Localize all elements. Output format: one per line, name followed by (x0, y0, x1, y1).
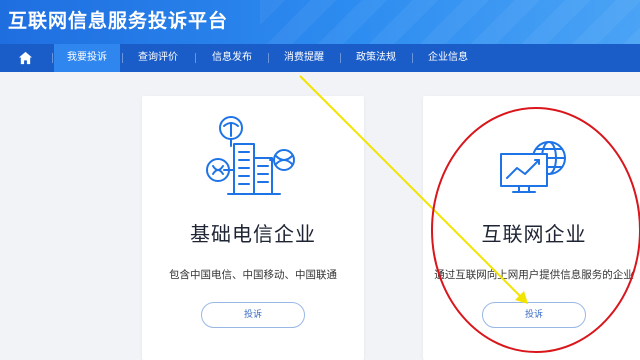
site-title: 互联网信息服务投诉平台 (8, 10, 229, 32)
nav-separator (122, 53, 123, 63)
main-nav: 我要投诉 查询评价 信息发布 消费提醒 政策法规 企业信息 (0, 44, 640, 72)
nav-item-consumer-alert[interactable]: 消费提醒 (270, 44, 338, 72)
telecom-buildings-icon (206, 116, 295, 195)
complain-button-internet[interactable]: 投诉 (482, 302, 586, 328)
monitor-globe-icon (500, 141, 566, 193)
header-decoration (260, 0, 640, 44)
site-header: 互联网信息服务投诉平台 (0, 0, 640, 44)
nav-item-complain[interactable]: 我要投诉 (54, 44, 120, 72)
internet-enterprise-card: 互联网企业 通过互联网向上网用户提供信息服务的企业 投诉 (423, 96, 640, 360)
card-title: 互联网企业 (481, 222, 587, 246)
card-description: 通过互联网向上网用户提供信息服务的企业 (434, 269, 634, 281)
nav-item-policy[interactable]: 政策法规 (342, 44, 410, 72)
nav-separator (268, 53, 269, 63)
nav-item-enterprise[interactable]: 企业信息 (414, 44, 482, 72)
card-title: 基础电信企业 (190, 222, 316, 246)
nav-item-query[interactable]: 查询评价 (124, 44, 192, 72)
nav-separator (412, 53, 413, 63)
nav-separator (195, 53, 196, 63)
nav-home[interactable] (0, 44, 52, 72)
nav-separator (340, 53, 341, 63)
nav-separator (52, 53, 53, 63)
nav-item-publish[interactable]: 信息发布 (198, 44, 266, 72)
home-icon (18, 51, 33, 65)
telecom-enterprise-card: 基础电信企业 包含中国电信、中国移动、中国联通 投诉 (142, 96, 364, 360)
complain-button-telecom[interactable]: 投诉 (201, 302, 305, 328)
card-description: 包含中国电信、中国移动、中国联通 (169, 269, 337, 281)
